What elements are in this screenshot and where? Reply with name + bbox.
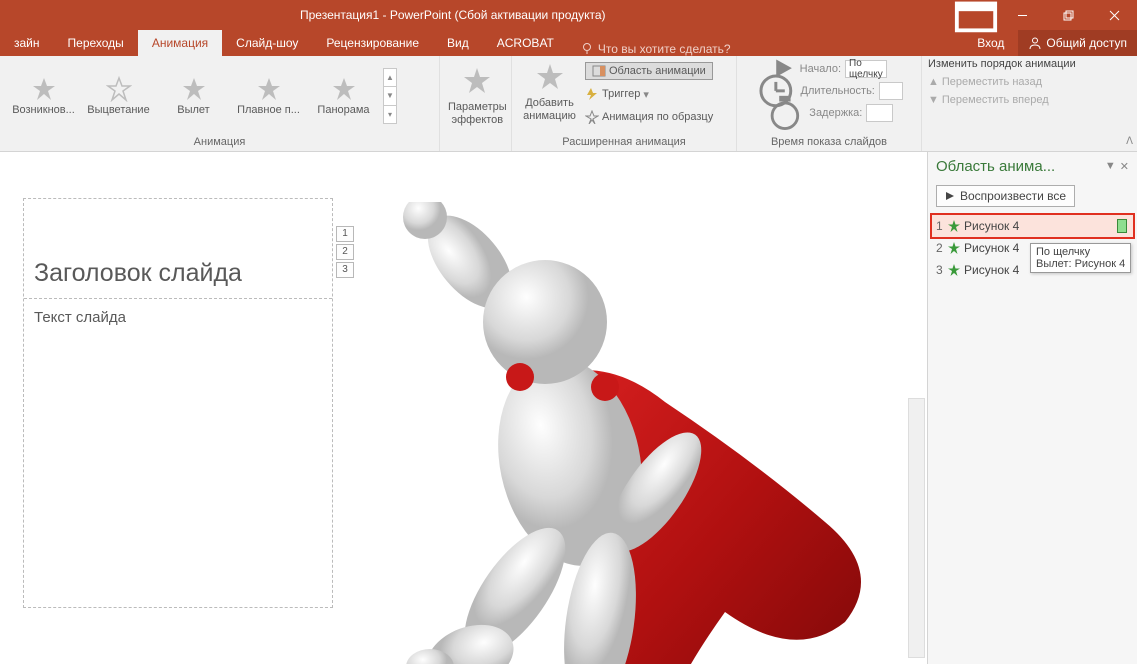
group-label-advanced: Расширенная анимация: [512, 136, 736, 151]
vertical-scrollbar[interactable]: [908, 398, 925, 658]
duration-input[interactable]: [879, 82, 903, 100]
star-icon: [181, 76, 207, 102]
star-icon: [106, 76, 132, 102]
collapse-ribbon-icon[interactable]: ᐱ: [1126, 136, 1133, 147]
gallery-fade[interactable]: Выцветание: [81, 72, 156, 120]
tab-slideshow[interactable]: Слайд-шоу: [222, 30, 312, 56]
star-icon: [256, 76, 282, 102]
tab-animation[interactable]: Анимация: [138, 30, 222, 56]
pane-title: Область анима...: [936, 158, 1105, 175]
effect-options-button[interactable]: Параметры эффектов: [446, 62, 509, 131]
star-icon: [31, 76, 57, 102]
gallery-float[interactable]: Плавное п...: [231, 72, 306, 120]
slide-image-figure[interactable]: [355, 202, 895, 664]
star-icon: [331, 76, 357, 102]
delay-icon: [765, 93, 805, 133]
timing-bar: [1117, 219, 1127, 233]
trigger-icon: [585, 87, 599, 101]
tab-review[interactable]: Рецензирование: [312, 30, 433, 56]
gallery-appear[interactable]: Возникнов...: [6, 72, 81, 120]
lightbulb-icon: [580, 42, 594, 56]
app-title: Презентация1 - PowerPoint (Сбой активаци…: [300, 8, 606, 22]
animation-pane-toggle[interactable]: Область анимации: [581, 60, 717, 82]
pane-close-icon[interactable]: ✕: [1120, 160, 1129, 173]
tab-design[interactable]: зайн: [0, 30, 54, 56]
ribbon: Возникнов... Выцветание Вылет Плавное п.…: [0, 56, 1137, 152]
animation-list: 1 Рисунок 4 2 Рисунок 4 По щелчку Вылет:…: [928, 211, 1137, 285]
play-icon: [945, 191, 955, 201]
slide-edit-area[interactable]: Заголовок слайда Текст слайда 1 2 3: [0, 152, 927, 664]
tab-acrobat[interactable]: ACROBAT: [483, 30, 568, 56]
tell-me-search[interactable]: Что вы хотите сделать?: [568, 42, 743, 56]
anim-tag[interactable]: 2: [336, 244, 354, 260]
minimize-button[interactable]: [999, 0, 1045, 30]
move-earlier-button[interactable]: ▲Переместить назад: [928, 73, 1042, 91]
gallery-scroll[interactable]: ▲▼▾: [383, 68, 397, 124]
slide-body-placeholder[interactable]: Текст слайда: [24, 299, 332, 336]
entrance-star-icon: [948, 264, 960, 276]
slide-textbox[interactable]: Заголовок слайда Текст слайда: [23, 198, 333, 608]
restore-button[interactable]: [1045, 0, 1091, 30]
entrance-star-icon: [948, 242, 960, 254]
group-label-timing: Время показа слайдов: [737, 136, 921, 151]
entrance-star-icon: [948, 220, 960, 232]
pane-icon: [592, 64, 606, 78]
slide-title-placeholder[interactable]: Заголовок слайда: [24, 199, 332, 299]
close-button[interactable]: [1091, 0, 1137, 30]
delay-row: Задержка:: [765, 102, 892, 123]
down-icon: ▼: [928, 94, 939, 106]
person-icon: [1028, 36, 1042, 50]
play-all-button[interactable]: Воспроизвести все: [936, 185, 1075, 207]
anim-list-item[interactable]: 1 Рисунок 4: [932, 215, 1133, 237]
animation-pane: Область анима... ▼ ✕ Воспроизвести все 1…: [927, 152, 1137, 664]
up-icon: ▲: [928, 76, 939, 88]
share-button[interactable]: Общий доступ: [1018, 30, 1137, 56]
painter-icon: [585, 110, 599, 124]
star-icon: [462, 66, 492, 96]
start-dropdown[interactable]: По щелчку: [845, 60, 887, 78]
tab-transitions[interactable]: Переходы: [54, 30, 138, 56]
anim-list-item[interactable]: 2 Рисунок 4 По щелчку Вылет: Рисунок 4: [932, 237, 1133, 259]
delay-input[interactable]: [866, 104, 892, 122]
pane-options-icon[interactable]: ▼: [1105, 160, 1116, 173]
trigger-button[interactable]: Триггер ▾: [581, 83, 717, 105]
titlebar: Презентация1 - PowerPoint (Сбой активаци…: [0, 0, 1137, 30]
gallery-flyin[interactable]: Вылет: [156, 72, 231, 120]
gallery-split[interactable]: Панорама: [306, 72, 381, 120]
star-plus-icon: [535, 62, 565, 92]
animation-order-tags: 1 2 3: [336, 226, 354, 280]
move-later-button[interactable]: ▼Переместить вперед: [928, 91, 1049, 109]
group-label-animation: Анимация: [0, 136, 439, 151]
tab-view[interactable]: Вид: [433, 30, 483, 56]
ribbon-display-options-icon[interactable]: [953, 0, 999, 30]
anim-tag[interactable]: 1: [336, 226, 354, 242]
reorder-header: Изменить порядок анимации: [928, 58, 1076, 70]
animation-tooltip: По щелчку Вылет: Рисунок 4: [1030, 243, 1131, 273]
animation-painter-button[interactable]: Анимация по образцу: [581, 106, 717, 128]
workspace: Заголовок слайда Текст слайда 1 2 3: [0, 152, 1137, 664]
add-animation-button[interactable]: Добавить анимацию: [518, 58, 581, 127]
anim-tag[interactable]: 3: [336, 262, 354, 278]
